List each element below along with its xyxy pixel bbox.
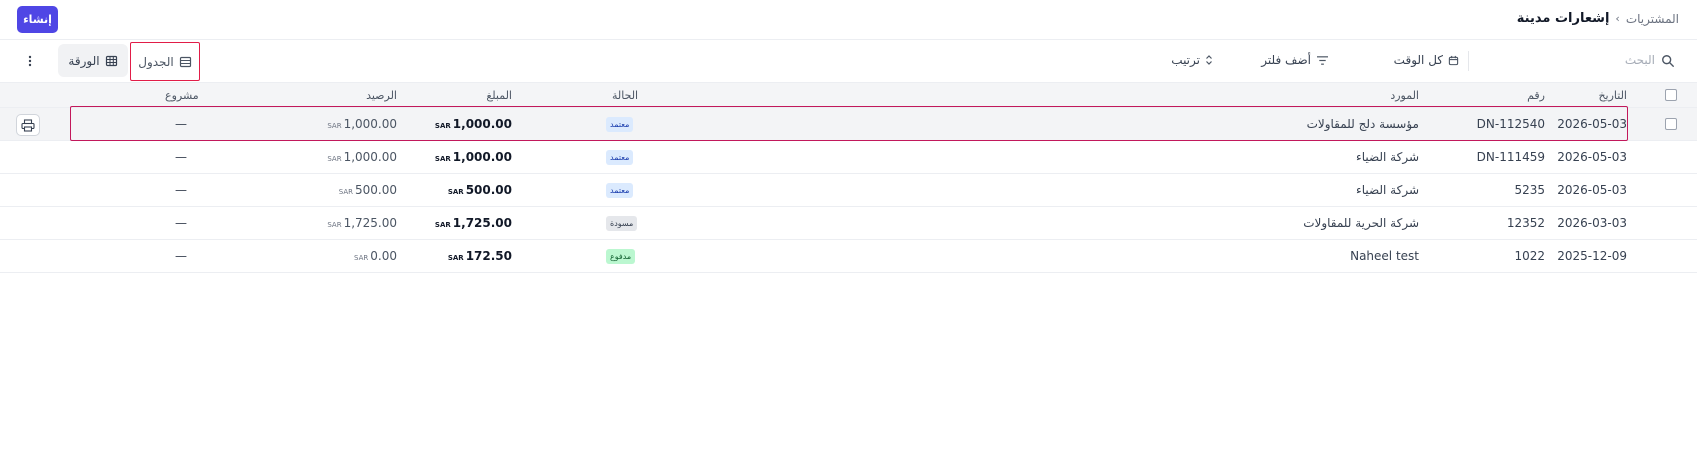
row-number[interactable]: 5235 xyxy=(1514,183,1545,197)
row-number[interactable]: 1022 xyxy=(1514,249,1545,263)
status-badge: مسودة xyxy=(606,216,638,231)
status-badge: مدفوع xyxy=(606,249,636,264)
row-amount: SAR 1,000.00 xyxy=(434,150,512,164)
row-checkbox[interactable] xyxy=(1665,118,1677,130)
row-project: — xyxy=(175,216,187,230)
currency-label: SAR xyxy=(434,221,451,229)
spreadsheet-icon xyxy=(105,55,117,66)
row-number[interactable]: DN-112540 xyxy=(1477,117,1545,131)
view-table-label: الجدول xyxy=(138,54,174,69)
add-filter-label: أضف فلتر xyxy=(1261,53,1311,67)
view-sheet-label: الورقة xyxy=(68,53,100,68)
status-badge: معتمد xyxy=(606,150,634,165)
column-header-balance[interactable]: الرصيد xyxy=(366,89,397,102)
row-amount: SAR 1,725.00 xyxy=(434,216,512,230)
breadcrumb: المشتريات › إشعارات مدينة xyxy=(1517,11,1679,26)
sort-button[interactable]: ترتيب xyxy=(1171,49,1213,71)
filter-icon xyxy=(1317,55,1328,65)
currency-label: SAR xyxy=(434,122,451,130)
all-time-button[interactable]: كل الوقت xyxy=(1394,49,1459,71)
table-header: التاريخ رقم المورد الحالة المبلغ الرصيد … xyxy=(0,82,1697,108)
row-balance: SAR 1,725.00 xyxy=(327,216,397,230)
column-header-supplier[interactable]: المورد xyxy=(1390,89,1419,102)
column-header-project[interactable]: مشروع xyxy=(165,89,199,102)
currency-label: SAR xyxy=(434,155,451,163)
row-date: 2026-05-03 xyxy=(1557,183,1627,197)
breadcrumb-separator: › xyxy=(1615,12,1620,25)
view-table-button[interactable]: الجدول xyxy=(130,42,200,81)
row-project: — xyxy=(175,150,187,164)
row-number[interactable]: 12352 xyxy=(1507,216,1545,230)
status-badge: معتمد xyxy=(606,117,634,132)
row-amount: SAR 500.00 xyxy=(447,183,512,197)
printer-icon xyxy=(21,118,35,132)
row-project: — xyxy=(175,249,187,263)
currency-label: SAR xyxy=(447,254,464,262)
row-date: 2026-03-03 xyxy=(1557,216,1627,230)
column-header-date[interactable]: التاريخ xyxy=(1598,89,1627,102)
add-filter-button[interactable]: أضف فلتر xyxy=(1261,49,1329,71)
print-button[interactable] xyxy=(16,114,40,136)
breadcrumb-parent[interactable]: المشتريات xyxy=(1626,12,1679,26)
row-supplier: Naheel test xyxy=(1350,249,1419,263)
currency-label: SAR xyxy=(338,188,353,196)
column-header-amount[interactable]: المبلغ xyxy=(486,89,512,102)
currency-label: SAR xyxy=(327,155,342,163)
table-row[interactable]: 2026-03-03 12352 شركة الحرية للمقاولات م… xyxy=(0,207,1697,240)
currency-label: SAR xyxy=(327,221,342,229)
search-icon xyxy=(1662,55,1674,67)
row-balance: SAR 1,000.00 xyxy=(327,150,397,164)
top-bar: إنشاء المشتريات › إشعارات مدينة xyxy=(0,0,1697,40)
more-vertical-icon xyxy=(28,55,32,67)
row-supplier: شركة الحرية للمقاولات xyxy=(1303,216,1419,230)
table-row[interactable]: 2026-05-03 DN-111459 شركة الضياء معتمد S… xyxy=(0,141,1697,174)
create-button[interactable]: إنشاء xyxy=(17,6,58,33)
more-options-button[interactable] xyxy=(22,52,38,70)
toolbar-divider xyxy=(1468,51,1469,71)
table-row[interactable]: 2025-12-09 1022 Naheel test مدفوع SAR 172… xyxy=(0,240,1697,273)
row-balance: SAR 0.00 xyxy=(354,249,397,263)
table-row[interactable]: 2026-05-03 5235 شركة الضياء معتمد SAR 500… xyxy=(0,174,1697,207)
row-balance: SAR 1,000.00 xyxy=(327,117,397,131)
row-number[interactable]: DN-111459 xyxy=(1477,150,1545,164)
calendar-icon xyxy=(1448,55,1459,65)
sort-label: ترتيب xyxy=(1171,53,1200,67)
currency-label: SAR xyxy=(447,188,464,196)
table-row[interactable]: 2026-05-03 DN-112540 مؤسسة دلج للمقاولات… xyxy=(0,108,1697,141)
view-sheet-button[interactable]: الورقة xyxy=(58,44,128,77)
currency-label: SAR xyxy=(327,122,342,130)
row-supplier: شركة الضياء xyxy=(1356,150,1419,164)
sort-chevrons-icon xyxy=(1206,55,1212,65)
search-input[interactable] xyxy=(1565,49,1655,71)
select-all-checkbox[interactable] xyxy=(1665,89,1677,101)
row-amount: SAR 172.50 xyxy=(447,249,512,263)
currency-label: SAR xyxy=(354,254,369,262)
row-amount: SAR 1,000.00 xyxy=(434,117,512,131)
column-header-number[interactable]: رقم xyxy=(1527,89,1545,102)
row-supplier: شركة الضياء xyxy=(1356,183,1419,197)
row-date: 2026-05-03 xyxy=(1557,117,1627,131)
table-list-icon xyxy=(179,56,191,67)
row-supplier: مؤسسة دلج للمقاولات xyxy=(1306,117,1419,131)
page-title: إشعارات مدينة xyxy=(1516,11,1610,26)
row-date: 2025-12-09 xyxy=(1557,249,1627,263)
row-project: — xyxy=(175,117,187,131)
row-balance: SAR 500.00 xyxy=(338,183,397,197)
status-badge: معتمد xyxy=(606,183,634,198)
all-time-label: كل الوقت xyxy=(1393,53,1443,67)
toolbar: كل الوقت أضف فلتر ترتيب xyxy=(0,40,1697,82)
row-date: 2026-05-03 xyxy=(1557,150,1627,164)
row-project: — xyxy=(175,183,187,197)
column-header-status[interactable]: الحالة xyxy=(612,89,638,102)
